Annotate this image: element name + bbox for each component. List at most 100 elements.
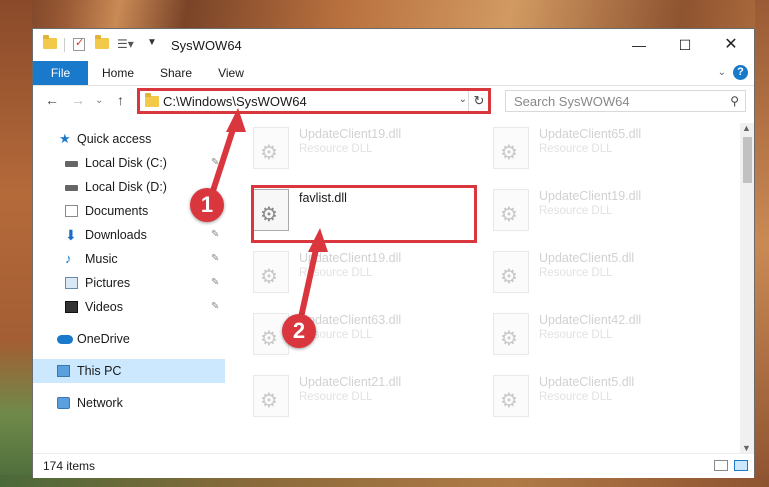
- documents-icon: [65, 205, 78, 217]
- scroll-down-icon[interactable]: ▼: [742, 443, 751, 453]
- file-item[interactable]: UpdateClient21.dll Resource DLL: [249, 371, 479, 423]
- sidebar-item-label: Network: [77, 396, 123, 410]
- sidebar-item-music[interactable]: ♪ Music ✎: [33, 247, 225, 271]
- sidebar-item-label: Downloads: [85, 228, 147, 242]
- this-pc-icon: [57, 365, 70, 377]
- file-name: UpdateClient5.dll: [539, 251, 635, 265]
- navigation-bar: ← → ⌄ ↑ C:\Windows\SysWOW64 ⌄ ↻ Search S…: [33, 86, 754, 116]
- pin-icon[interactable]: ✎: [211, 271, 219, 295]
- sidebar-item-local-disk-c[interactable]: Local Disk (C:) ✎: [33, 151, 225, 175]
- file-name: UpdateClient5.dll: [539, 375, 635, 389]
- scroll-up-icon[interactable]: ▲: [742, 123, 751, 133]
- desktop-background-left: [0, 0, 32, 487]
- customize-toolbar-icon[interactable]: ☰▾: [117, 37, 134, 51]
- onedrive-icon: [57, 335, 73, 344]
- back-button[interactable]: ←: [45, 92, 59, 108]
- properties-icon[interactable]: [73, 36, 85, 51]
- tab-home[interactable]: Home: [93, 61, 143, 85]
- desktop-background-right: [755, 0, 769, 487]
- dll-file-icon: [493, 189, 529, 231]
- dll-file-icon: [253, 127, 289, 169]
- status-bar: 174 items: [33, 453, 754, 478]
- chevron-down-icon[interactable]: ▼: [147, 37, 157, 48]
- pin-icon[interactable]: ✎: [211, 151, 219, 175]
- sidebar-item-network[interactable]: Network: [33, 391, 225, 415]
- file-type: Resource DLL: [299, 143, 373, 155]
- tab-share[interactable]: Share: [151, 61, 201, 85]
- dll-file-icon: [493, 251, 529, 293]
- file-name: UpdateClient19.dll: [539, 189, 642, 203]
- file-item[interactable]: UpdateClient19.dll Resource DLL: [489, 185, 719, 237]
- recent-locations-button[interactable]: ⌄: [95, 95, 103, 106]
- sidebar-item-pictures[interactable]: Pictures ✎: [33, 271, 225, 295]
- file-item[interactable]: UpdateClient19.dll Resource DLL: [249, 247, 479, 299]
- callout-1: 1: [190, 188, 224, 222]
- sidebar-item-label: Local Disk (D:): [85, 180, 167, 194]
- tab-view[interactable]: View: [209, 61, 253, 85]
- drive-icon: [65, 161, 78, 167]
- title-bar: ☰▾ ▼ SysWOW64 — ☐ ✕: [33, 29, 754, 61]
- scrollbar-thumb[interactable]: [743, 137, 752, 183]
- pin-icon[interactable]: ✎: [211, 295, 219, 319]
- sidebar-item-quick-access[interactable]: ★ Quick access: [33, 127, 225, 151]
- pin-icon[interactable]: ✎: [211, 223, 219, 247]
- file-name: UpdateClient65.dll: [539, 127, 642, 141]
- file-type: Resource DLL: [539, 205, 613, 217]
- vertical-scrollbar[interactable]: ▲ ▼: [740, 123, 754, 453]
- expand-ribbon-icon[interactable]: ⌄: [718, 67, 726, 78]
- search-input[interactable]: Search SysWOW64 ⚲: [505, 90, 746, 112]
- file-item[interactable]: UpdateClient42.dll Resource DLL: [489, 309, 719, 361]
- videos-icon: [65, 301, 78, 313]
- search-icon[interactable]: ⚲: [730, 94, 739, 108]
- callout-2: 2: [282, 314, 316, 348]
- sidebar-item-onedrive[interactable]: OneDrive: [33, 327, 225, 351]
- sidebar-item-label: This PC: [77, 364, 122, 378]
- dll-file-icon: [493, 375, 529, 417]
- file-name: UpdateClient21.dll: [299, 375, 402, 389]
- file-type: Resource DLL: [539, 391, 613, 403]
- ribbon-tabs: File Home Share View ⌄ ?: [33, 61, 754, 86]
- pictures-icon: [65, 277, 78, 289]
- dll-file-icon: [493, 313, 529, 355]
- sidebar-item-label: Pictures: [85, 276, 131, 290]
- dll-file-icon: [253, 375, 289, 417]
- file-item[interactable]: UpdateClient19.dll Resource DLL: [249, 123, 479, 175]
- file-item[interactable]: UpdateClient5.dll Resource DLL: [489, 371, 719, 423]
- file-type: Resource DLL: [539, 329, 613, 341]
- sidebar-item-label: OneDrive: [77, 332, 130, 346]
- address-highlight-box: [137, 88, 491, 114]
- downloads-icon: ⬇: [65, 227, 77, 243]
- sidebar-item-label: Quick access: [77, 132, 152, 146]
- file-list: UpdateClient19.dll Resource DLL UpdateCl…: [249, 123, 739, 453]
- dll-file-icon: [253, 251, 289, 293]
- tab-file[interactable]: File: [33, 61, 88, 85]
- sidebar-item-videos[interactable]: Videos ✎: [33, 295, 225, 319]
- large-icons-view-icon[interactable]: [734, 460, 748, 471]
- dll-file-icon: [493, 127, 529, 169]
- sidebar-item-label: Music: [85, 252, 118, 266]
- close-button[interactable]: ✕: [708, 29, 754, 61]
- file-type: Resource DLL: [539, 267, 613, 279]
- details-view-icon[interactable]: [714, 460, 728, 471]
- sidebar-item-this-pc[interactable]: This PC: [33, 359, 225, 383]
- file-type: Resource DLL: [299, 391, 373, 403]
- pin-icon[interactable]: ✎: [211, 247, 219, 271]
- sidebar-item-downloads[interactable]: ⬇ Downloads ✎: [33, 223, 225, 247]
- forward-button[interactable]: →: [71, 92, 85, 108]
- new-folder-icon[interactable]: [95, 35, 109, 49]
- file-item[interactable]: UpdateClient65.dll Resource DLL: [489, 123, 719, 175]
- file-name: UpdateClient42.dll: [539, 313, 642, 327]
- navigation-pane: ★ Quick access Local Disk (C:) ✎ Local D…: [33, 123, 225, 453]
- maximize-button[interactable]: ☐: [662, 29, 708, 61]
- folder-icon: [43, 35, 57, 49]
- sidebar-item-label: Local Disk (C:): [85, 156, 167, 170]
- file-item[interactable]: UpdateClient5.dll Resource DLL: [489, 247, 719, 299]
- file-type: Resource DLL: [299, 267, 373, 279]
- music-icon: ♪: [65, 251, 72, 266]
- divider: [64, 38, 65, 52]
- drive-icon: [65, 185, 78, 191]
- file-name: UpdateClient19.dll: [299, 127, 402, 141]
- up-button[interactable]: ↑: [117, 92, 124, 108]
- help-icon[interactable]: ?: [733, 65, 748, 80]
- minimize-button[interactable]: —: [616, 29, 662, 61]
